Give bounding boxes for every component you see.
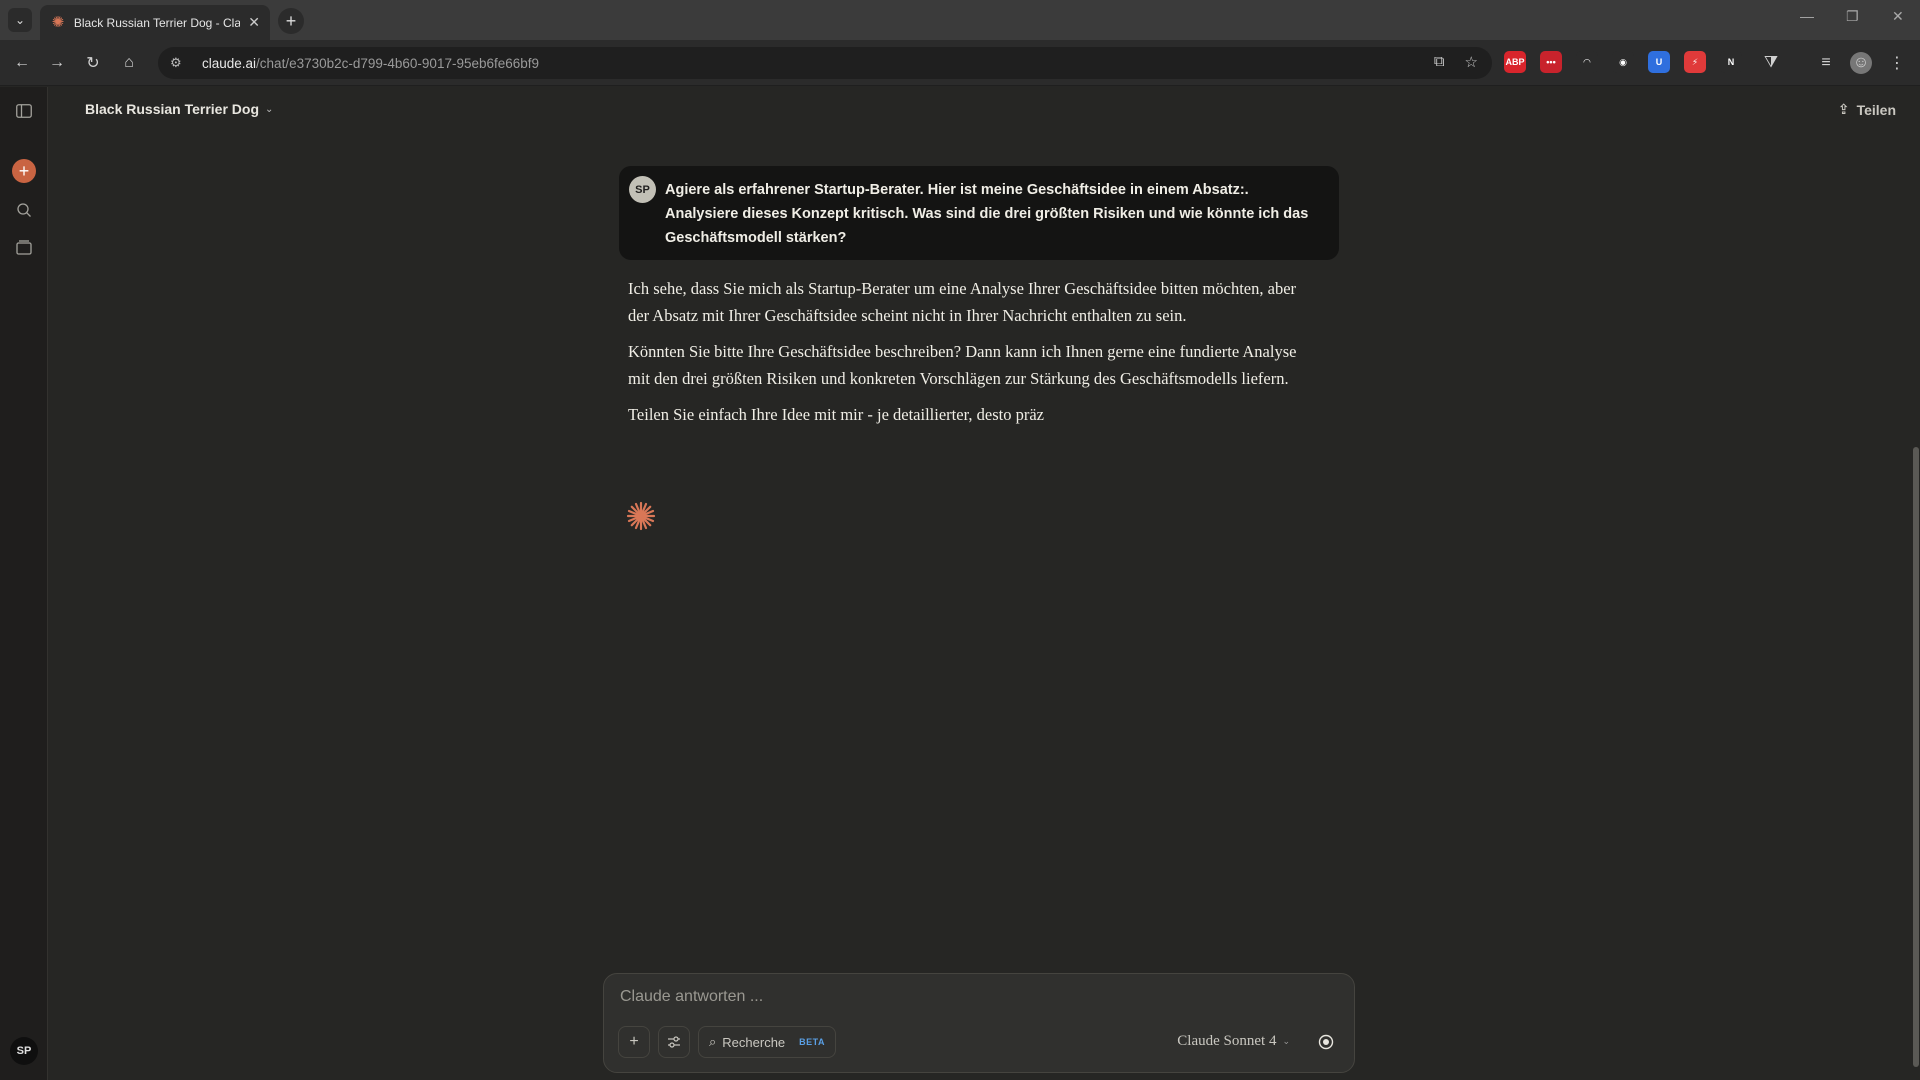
research-label: Recherche [722, 1034, 786, 1050]
sidebar-toggle-icon[interactable] [14, 101, 34, 121]
claude-spark-icon [626, 501, 656, 531]
chats-search-icon[interactable] [14, 200, 34, 220]
claude-app: + SP Black Russian Terrier Dog ⌄ ⇪ Teile… [0, 87, 1920, 1080]
media-controls-icon[interactable]: ≡ [1815, 52, 1837, 74]
beta-badge: BETA [799, 1037, 825, 1047]
research-button[interactable]: ⌕ Recherche BETA [698, 1026, 836, 1058]
voice-icon [1318, 1034, 1334, 1050]
message-composer: + ⌕ Recherche BETA Claude Sonnet 4 ⌄ [603, 973, 1355, 1073]
user-message: SP Agiere als erfahrener Startup-Berater… [619, 166, 1339, 260]
browser-tab[interactable]: ✺ Black Russian Terrier Dog - Claude ✕ [40, 5, 270, 40]
profile-avatar[interactable]: ☺ [1850, 52, 1872, 74]
bookmark-star-icon[interactable]: ☆ [1465, 53, 1478, 71]
url-text[interactable]: claude.ai/chat/e3730b2c-d799-4b60-9017-9… [202, 56, 539, 71]
user-avatar[interactable]: SP [10, 1037, 38, 1065]
extension-icon[interactable]: ⚡ [1684, 51, 1706, 73]
extension-icon[interactable]: N [1720, 51, 1742, 73]
assistant-paragraph: Könnten Sie bitte Ihre Geschäftsidee bes… [628, 342, 1297, 388]
browser-tab-bar: ⌄ ✺ Black Russian Terrier Dog - Claude ✕… [0, 0, 1920, 40]
model-selector[interactable]: Claude Sonnet 4 ⌄ [1177, 1033, 1290, 1050]
model-label: Claude Sonnet 4 [1177, 1033, 1277, 1049]
scrollbar[interactable] [1912, 87, 1920, 1080]
address-bar[interactable]: ⚙ claude.ai/chat/e3730b2c-d799-4b60-9017… [158, 47, 1492, 79]
browser-toolbar: ← → ↻ ⌂ ⚙ claude.ai/chat/e3730b2c-d799-4… [0, 40, 1920, 86]
tab-search-chevron-icon[interactable]: ⌄ [8, 8, 32, 32]
chat-title-dropdown[interactable]: Black Russian Terrier Dog ⌄ [85, 101, 273, 117]
chat-title: Black Russian Terrier Dog [85, 101, 260, 117]
claude-favicon-icon: ✺ [51, 13, 65, 31]
extension-icon[interactable]: ◉ [1612, 51, 1634, 73]
window-close-icon[interactable]: ✕ [1892, 8, 1904, 25]
tab-title: Black Russian Terrier Dog - Claude [73, 15, 241, 30]
reply-input[interactable] [620, 988, 1320, 1006]
forward-arrow-icon[interactable]: → [46, 52, 68, 74]
user-message-text: Agiere als erfahrener Startup-Berater. H… [665, 182, 1309, 246]
back-arrow-icon[interactable]: ← [11, 52, 33, 74]
restore-icon[interactable]: ❐ [1846, 8, 1859, 25]
extension-icon[interactable]: U [1648, 51, 1670, 73]
install-app-icon[interactable]: ⧉ [1434, 53, 1445, 71]
projects-icon[interactable] [14, 237, 34, 257]
chevron-down-icon: ⌄ [1282, 1036, 1290, 1046]
share-button[interactable]: ⇪ Teilen [1838, 101, 1896, 118]
assistant-paragraph: Ich sehe, dass Sie mich als Startup-Bera… [628, 279, 1297, 325]
chevron-down-icon: ⌄ [265, 103, 274, 115]
research-search-icon: ⌕ [709, 1034, 717, 1049]
tools-settings-button[interactable] [658, 1026, 690, 1058]
site-info-icon[interactable]: ⚙ [170, 55, 192, 71]
reload-icon[interactable]: ↻ [82, 52, 104, 74]
home-icon[interactable]: ⌂ [118, 52, 140, 74]
new-chat-button[interactable]: + [12, 159, 36, 183]
minimize-icon[interactable]: — [1800, 8, 1814, 24]
user-message-avatar: SP [629, 176, 656, 203]
extensions-puzzle-icon[interactable]: ⧩ [1760, 52, 1782, 74]
share-icon: ⇪ [1837, 101, 1850, 117]
share-label: Teilen [1856, 101, 1896, 118]
extension-icon[interactable]: ••• [1540, 51, 1562, 73]
new-tab-button[interactable]: + [278, 8, 304, 34]
extension-icon[interactable]: ◠ [1576, 51, 1598, 73]
extensions-row: ABP ••• ◠ ◉ U ⚡ N [1504, 51, 1742, 73]
assistant-paragraph: Teilen Sie einfach Ihre Idee mit mir - j… [628, 405, 1044, 424]
assistant-message: Ich sehe, dass Sie mich als Startup-Bera… [628, 275, 1318, 437]
extension-icon[interactable]: ABP [1504, 51, 1526, 73]
voice-mode-button[interactable] [1312, 1028, 1340, 1056]
sidebar: + SP [0, 87, 48, 1080]
more-menu-icon[interactable]: ⋮ [1886, 52, 1908, 74]
sliders-icon [668, 1036, 680, 1048]
add-attachment-button[interactable]: + [618, 1026, 650, 1058]
tab-close-icon[interactable]: ✕ [248, 14, 260, 31]
scrollbar-thumb[interactable] [1913, 447, 1919, 1067]
